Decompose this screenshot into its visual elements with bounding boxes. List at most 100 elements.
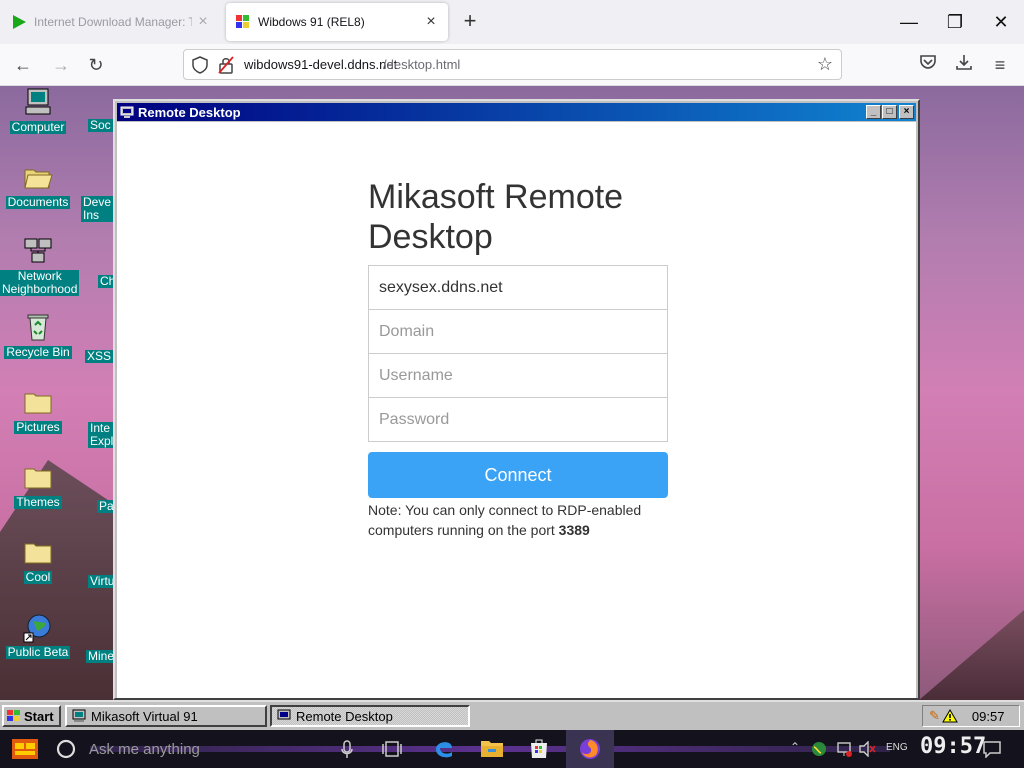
note-port: 3389 — [558, 522, 590, 538]
desktop-icon-recycle-bin[interactable]: Recycle Bin — [0, 311, 76, 386]
download-icon[interactable] — [951, 52, 977, 78]
remote-desktop-icon — [277, 709, 291, 720]
host-taskbar: Ask me anything ⌃ ENG 09:57 — [0, 730, 1024, 768]
desktop-icon-label: Network Neighborhood — [0, 269, 80, 296]
notification-icon[interactable] — [982, 740, 1002, 758]
task-remote-desktop[interactable]: Remote Desktop — [270, 705, 470, 727]
remote-desktop-window: Remote Desktop _ □ × Mikasoft Remote Des… — [113, 99, 920, 700]
wallpaper-mountain-right — [919, 610, 1024, 700]
folder-icon — [24, 468, 52, 489]
desktop-icon-pictures[interactable]: Pictures — [0, 386, 76, 461]
desktop-icon-label: Deve Ins — [81, 196, 114, 222]
host-search-placeholder: Ask me anything — [89, 740, 200, 758]
host-search-box[interactable]: Ask me anything — [55, 733, 335, 765]
connect-button[interactable]: Connect — [368, 452, 668, 498]
play-icon — [10, 13, 28, 31]
tab-wibdows[interactable]: Wibdows 91 (REL8) × — [226, 3, 448, 41]
tab-label: Internet Download Manager: The fa — [34, 15, 192, 29]
desktop-icon-cool[interactable]: Cool — [0, 536, 76, 611]
password-field[interactable] — [368, 397, 668, 442]
forward-button[interactable]: → — [48, 52, 74, 78]
tab-idm[interactable]: Internet Download Manager: The fa × — [4, 3, 220, 41]
clock: 09:57 — [971, 708, 1005, 724]
task-mikasoft-virtual[interactable]: Mikasoft Virtual 91 — [65, 705, 267, 727]
browser-nav-bar: ← → ↻ wibdows91-devel.ddns.net /desktop.… — [0, 44, 1024, 86]
desktop-icon-label: Mine — [86, 649, 117, 663]
windows-flag-icon — [7, 710, 20, 721]
taskbar: Start Mikasoft Virtual 91 Remote Desktop… — [0, 700, 1024, 730]
restore-button[interactable]: ❐ — [935, 8, 975, 36]
desktop-icon-label: Recycle Bin — [4, 345, 72, 359]
computer-icon — [25, 88, 51, 115]
url-domain: wibdows91-devel.ddns.net — [244, 57, 398, 72]
globe-tray-icon[interactable] — [810, 740, 828, 758]
pocket-icon[interactable] — [915, 52, 941, 78]
folder-open-icon — [24, 169, 53, 189]
folder-icon — [24, 543, 52, 564]
tab-label: Wibdows 91 (REL8) — [258, 15, 365, 29]
host-field[interactable] — [368, 265, 668, 310]
desktop-icon-network[interactable]: Network Neighborhood — [0, 236, 80, 311]
minimize-button[interactable]: — — [889, 8, 929, 36]
microphone-icon[interactable] — [340, 740, 354, 760]
browser-tab-bar: Internet Download Manager: The fa × Wibd… — [0, 0, 1024, 44]
desktop-icon-label: XSS — [85, 349, 114, 363]
url-path: /desktop.html — [383, 57, 461, 72]
page-title: Mikasoft Remote Desktop — [368, 178, 624, 256]
language-indicator[interactable]: ENG — [886, 742, 908, 753]
new-tab-button[interactable]: + — [458, 8, 482, 34]
system-tray: ✎ 09:57 — [922, 705, 1020, 727]
start-button[interactable]: Start — [2, 705, 61, 727]
desktop-icon-public-beta[interactable]: Public Beta — [0, 611, 76, 686]
file-explorer-icon[interactable] — [480, 738, 504, 758]
note-text: Note: You can only connect to RDP-enable… — [368, 502, 642, 538]
desktop-icon-label: Computer — [9, 120, 67, 134]
address-bar[interactable]: wibdows91-devel.ddns.net /desktop.html ☆ — [183, 49, 842, 80]
tool-icon[interactable]: ✎ — [929, 708, 940, 724]
reload-button[interactable]: ↻ — [83, 52, 109, 78]
window-titlebar[interactable]: Remote Desktop _ □ × — [117, 103, 916, 121]
username-field[interactable] — [368, 353, 668, 398]
close-icon[interactable]: × — [420, 13, 442, 31]
domain-field[interactable] — [368, 309, 668, 354]
desktop-icon-computer[interactable]: Computer — [0, 86, 76, 161]
network-icon — [24, 238, 52, 263]
window-close-button[interactable]: × — [899, 105, 914, 119]
window-maximize-button[interactable]: □ — [882, 105, 897, 119]
recycle-bin-icon — [27, 314, 49, 341]
desktop-icon-themes[interactable]: Themes — [0, 461, 76, 536]
desktop-icon-documents[interactable]: Documents — [0, 161, 76, 236]
port-note: Note: You can only connect to RDP-enable… — [368, 500, 668, 540]
task-label: Mikasoft Virtual 91 — [91, 708, 198, 724]
desktop-icon-label: Cool — [23, 570, 53, 584]
lock-insecure-icon[interactable] — [218, 56, 234, 79]
speaker-muted-icon[interactable] — [858, 741, 876, 757]
cortana-icon — [56, 739, 76, 759]
task-view-icon[interactable] — [382, 739, 402, 759]
globe-shortcut-icon — [23, 614, 51, 643]
back-button[interactable]: ← — [10, 52, 36, 78]
network-tray-icon[interactable] — [836, 741, 852, 757]
store-icon[interactable] — [528, 737, 550, 759]
host-clock[interactable]: 09:57 — [920, 734, 986, 759]
firefox-taskbar-button[interactable] — [566, 730, 614, 768]
remote-desktop-icon — [120, 106, 134, 118]
task-label: Remote Desktop — [296, 708, 393, 724]
warning-icon[interactable] — [942, 709, 958, 723]
windows-flag-icon — [234, 13, 252, 31]
firefox-icon — [580, 739, 600, 759]
start-logo-icon[interactable] — [10, 735, 40, 763]
star-icon[interactable]: ☆ — [817, 54, 833, 75]
close-icon[interactable]: × — [192, 13, 214, 31]
window-title: Remote Desktop — [138, 104, 241, 120]
shield-icon[interactable] — [192, 56, 208, 79]
window-minimize-button[interactable]: _ — [866, 105, 881, 119]
remote-desktop-form: Mikasoft Remote Desktop Connect Note: Yo… — [117, 122, 916, 698]
menu-icon[interactable]: ≡ — [987, 52, 1013, 78]
start-label: Start — [24, 708, 54, 724]
desktop-icon-label: Soc — [88, 118, 113, 132]
desktop-icon-label: Documents — [5, 195, 71, 209]
close-window-button[interactable]: ✕ — [981, 8, 1021, 36]
edge-icon[interactable] — [432, 736, 456, 760]
chevron-up-icon[interactable]: ⌃ — [790, 740, 800, 754]
